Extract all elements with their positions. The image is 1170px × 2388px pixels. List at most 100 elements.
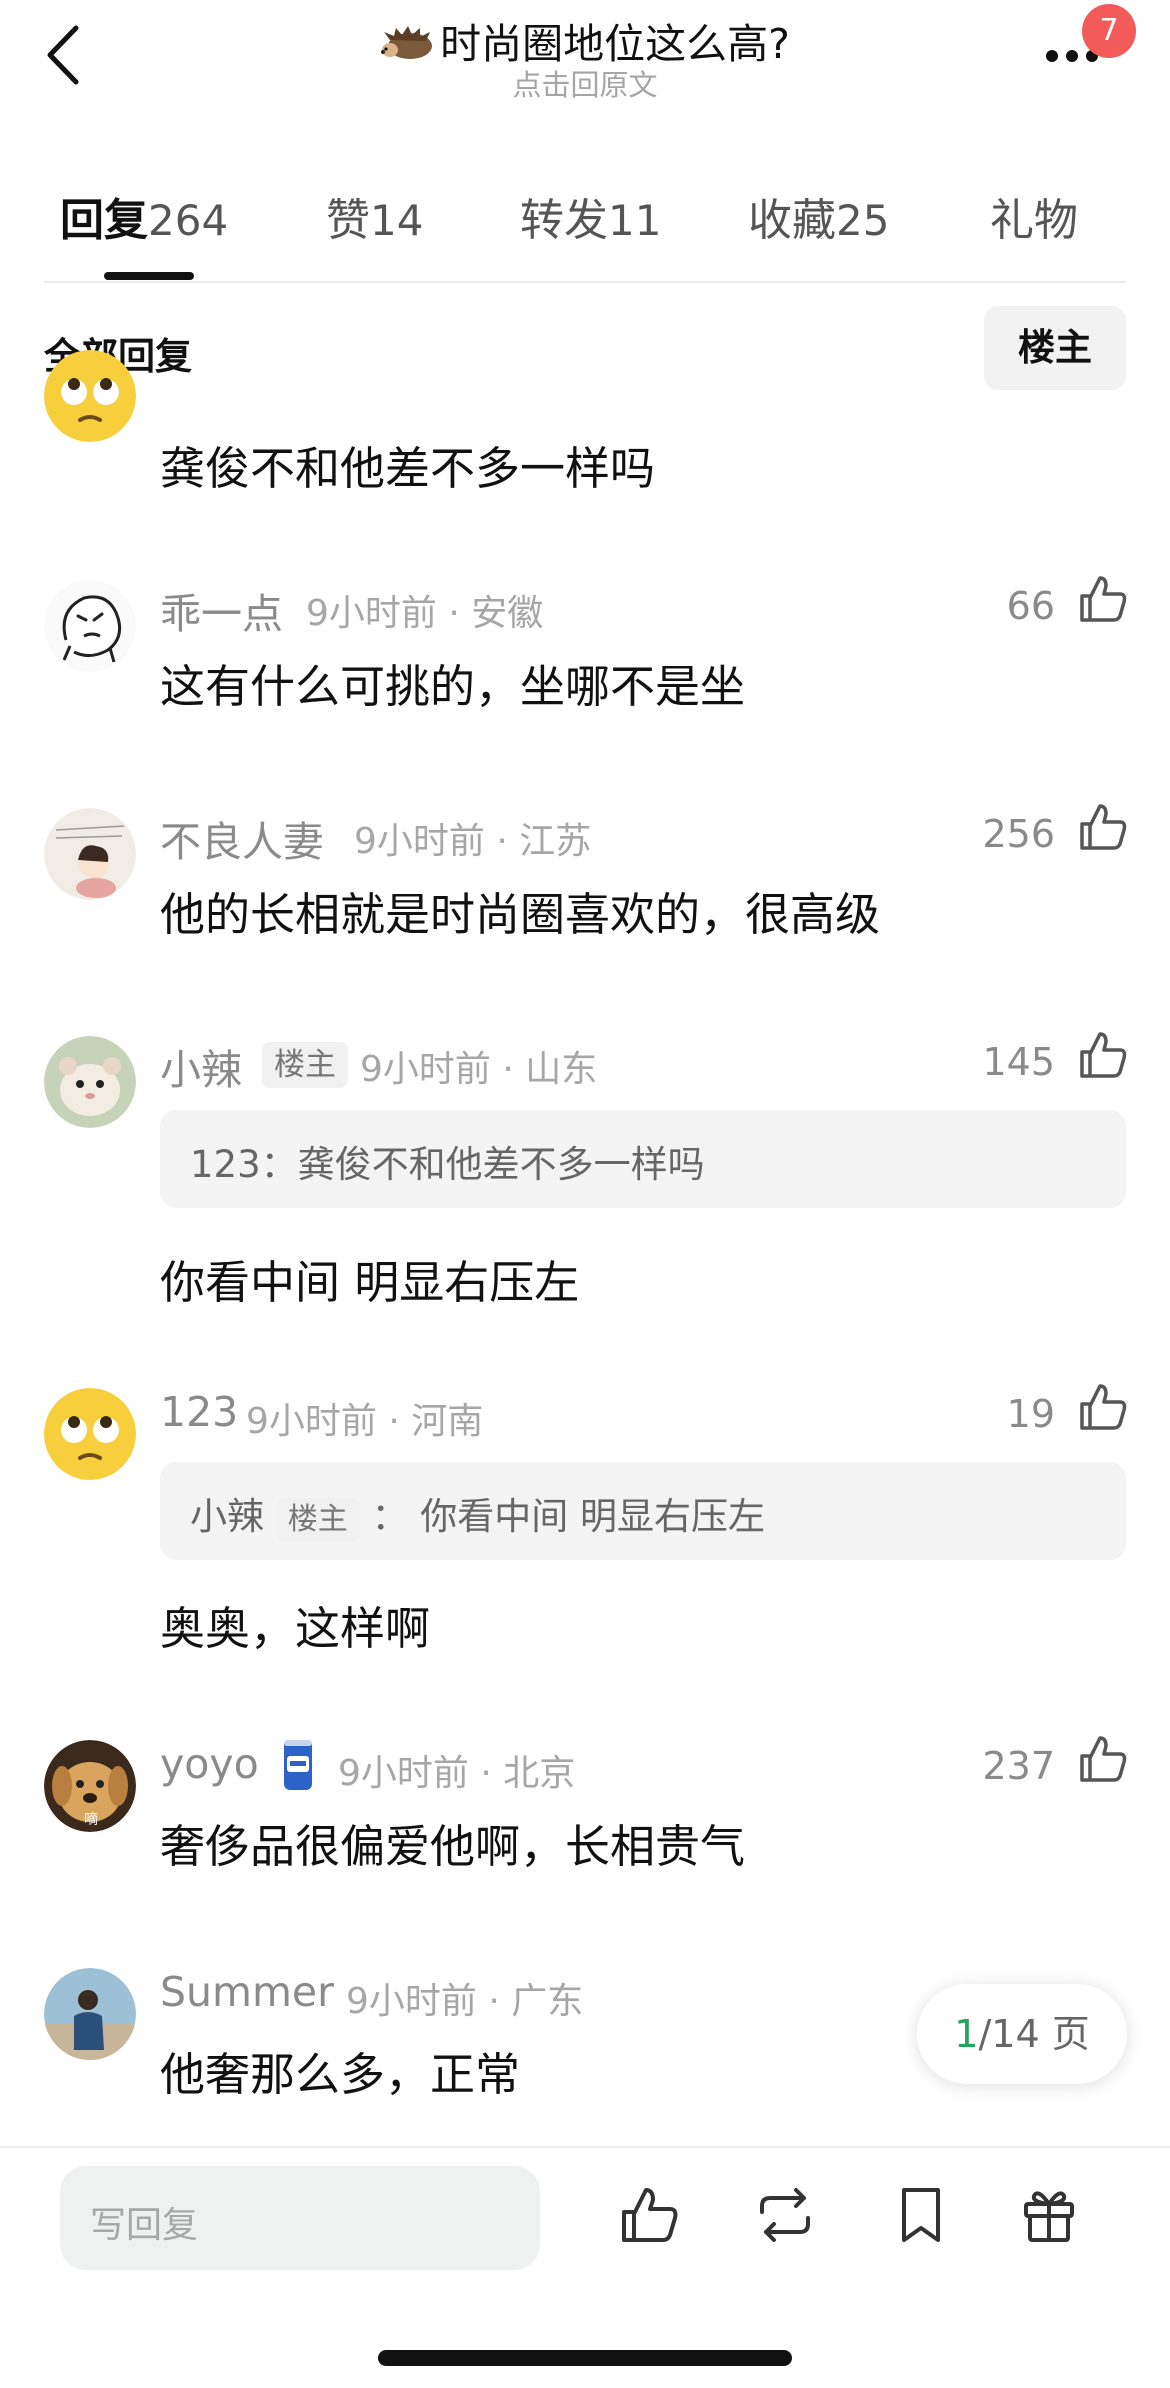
reply-input-placeholder: 写回复 xyxy=(90,2205,199,2246)
reply-input[interactable]: 写回复 xyxy=(60,2166,540,2270)
like-post-button[interactable] xyxy=(616,2182,682,2248)
like-button[interactable] xyxy=(1076,800,1130,854)
quote-author: 小辣 xyxy=(190,1495,264,1538)
quote-author: 123 xyxy=(190,1143,261,1186)
quoted-reply-text: 123：龚俊不和他差不多一样吗 xyxy=(190,1143,705,1186)
tab-label: 礼物 xyxy=(990,195,1078,246)
tab-reposts[interactable]: 转发11 xyxy=(520,184,661,248)
hamster-avatar xyxy=(44,1036,136,1128)
thumbs-up-icon xyxy=(1080,1736,1127,1782)
tab-label: 转发 xyxy=(520,195,608,246)
comment-time: 9小时前 xyxy=(360,1049,491,1090)
comment-text: 奥奥，这样啊 xyxy=(160,1602,431,1655)
tab-count: 264 xyxy=(148,196,229,245)
comment-author[interactable]: Summer xyxy=(160,1968,334,2016)
comment-location: 广东 xyxy=(511,1981,584,2022)
comment-location: 北京 xyxy=(503,1753,576,1794)
like-button[interactable] xyxy=(1076,1732,1130,1786)
post-title[interactable]: 时尚圈地位这么高? xyxy=(0,10,1170,70)
op-tag: 楼主 xyxy=(262,1042,348,1088)
tab-gifts[interactable]: 礼物 xyxy=(990,184,1078,248)
comment-text: 他奢那么多，正常 xyxy=(160,2048,521,2101)
repost-button[interactable] xyxy=(752,2182,818,2248)
comment-author[interactable]: 乖一点 xyxy=(160,580,283,640)
avatar[interactable] xyxy=(44,1968,136,2060)
like-button[interactable] xyxy=(1076,1028,1130,1082)
like-count: 19 xyxy=(1006,1392,1055,1436)
bottom-bar-divider xyxy=(0,2146,1170,2148)
like-count: 145 xyxy=(982,1040,1055,1084)
page-indicator[interactable]: 1/14 页 xyxy=(917,1984,1127,2084)
user-badge xyxy=(278,1734,318,1794)
avatar-caption: 嘀 xyxy=(84,1811,98,1828)
back-to-original-link[interactable]: 点击回原文 xyxy=(0,62,1170,104)
thumbs-up-icon xyxy=(1080,576,1127,622)
op-only-filter-button[interactable]: 楼主 xyxy=(984,306,1126,390)
comment-time: 9小时前 xyxy=(354,821,485,862)
thumbs-up-icon xyxy=(1080,804,1127,850)
rolling-eyes-emoji-avatar xyxy=(44,350,136,442)
thumbs-up-icon xyxy=(622,2188,678,2242)
avatar[interactable] xyxy=(44,350,136,442)
like-button[interactable] xyxy=(1076,572,1130,626)
comment-author[interactable]: 不良人妻 xyxy=(160,808,324,868)
avatar[interactable] xyxy=(44,1036,136,1128)
repost-icon xyxy=(760,2188,810,2242)
tab-label: 收藏 xyxy=(748,195,836,246)
like-count: 237 xyxy=(982,1744,1055,1788)
tab-favorites[interactable]: 收藏25 xyxy=(748,184,889,248)
tab-replies[interactable]: 回复264 xyxy=(60,184,228,248)
thumbs-up-icon xyxy=(1080,1032,1127,1078)
avatar[interactable] xyxy=(44,1388,136,1480)
total-pages: /14 页 xyxy=(978,2012,1090,2056)
thumbs-up-icon xyxy=(1080,1384,1127,1430)
sketch-face-avatar xyxy=(44,580,136,672)
like-button[interactable] xyxy=(1076,1380,1130,1434)
home-indicator[interactable] xyxy=(378,2350,792,2366)
tab-label: 赞 xyxy=(326,195,370,246)
comment-author[interactable]: yoyo xyxy=(160,1740,259,1788)
comment-location: 河南 xyxy=(411,1401,484,1442)
avatar[interactable] xyxy=(44,580,136,672)
comment-text: 奢侈品很偏爱他啊，长相贵气 xyxy=(160,1820,746,1873)
comment-author[interactable]: 小辣 xyxy=(160,1036,242,1096)
comment-meta: 9小时前 · 安徽 xyxy=(306,593,544,634)
tab-label: 回复 xyxy=(60,195,148,246)
comment-meta: 9小时前 · 广东 xyxy=(346,1981,584,2022)
quote-content: 龚俊不和他差不多一样吗 xyxy=(297,1143,705,1186)
like-count: 66 xyxy=(1006,584,1055,628)
notification-badge: 7 xyxy=(1082,4,1136,58)
like-count: 256 xyxy=(982,812,1055,856)
tabs-divider xyxy=(44,281,1126,283)
comment-item: 小辣 楼主 9小时前 · 山东 145 123：龚俊不和他差不多一样吗 你看中间… xyxy=(0,1032,1170,1309)
rolling-eyes-emoji-avatar xyxy=(44,1388,136,1480)
gift-button[interactable] xyxy=(1016,2182,1082,2248)
comment-meta: 9小时前 · 山东 xyxy=(360,1049,598,1090)
comment-item: 乖一点 9小时前 · 安徽 66 这有什么可挑的，坐哪不是坐 xyxy=(0,576,1170,740)
bookmark-icon xyxy=(902,2188,940,2242)
comment-item: 123 9小时前 · 河南 19 小辣 楼主 ： 你看中间 明显右压左 奥奥，这… xyxy=(0,1384,1170,1655)
tab-count: 25 xyxy=(836,196,890,245)
comment-author[interactable]: 123 xyxy=(160,1388,238,1436)
post-title-text: 时尚圈地位这么高? xyxy=(440,20,790,68)
comment-text: 你看中间 明显右压左 xyxy=(160,1256,580,1309)
avatar[interactable]: 嘀 xyxy=(44,1740,136,1832)
current-page: 1 xyxy=(954,2012,979,2056)
tab-likes[interactable]: 赞14 xyxy=(326,184,423,248)
quoted-reply-text: 小辣 楼主 ： 你看中间 明显右压左 xyxy=(190,1486,765,1542)
comment-item: 不良人妻 9小时前 · 江苏 256 他的长相就是时尚圈喜欢的，很高级 xyxy=(0,804,1170,968)
comment-text: 他的长相就是时尚圈喜欢的，很高级 xyxy=(160,888,881,941)
cartoon-girl-avatar xyxy=(44,808,136,900)
tab-count: 14 xyxy=(370,196,424,245)
bookmark-button[interactable] xyxy=(888,2182,954,2248)
comment-meta: 9小时前 · 江苏 xyxy=(354,821,592,862)
comment-time: 9小时前 xyxy=(306,593,437,634)
quoted-reply[interactable]: 123：龚俊不和他差不多一样吗 xyxy=(160,1110,1126,1208)
tab-count: 11 xyxy=(608,196,662,245)
avatar[interactable] xyxy=(44,808,136,900)
op-tag: 楼主 xyxy=(275,1498,360,1542)
tab-bar: 回复264 赞14 转发11 收藏25 礼物 xyxy=(0,184,1170,254)
comment-item: 龚俊不和他差不多一样吗 xyxy=(0,350,1170,510)
hedgehog-icon xyxy=(381,26,433,59)
quoted-reply[interactable]: 小辣 楼主 ： 你看中间 明显右压左 xyxy=(160,1462,1126,1560)
